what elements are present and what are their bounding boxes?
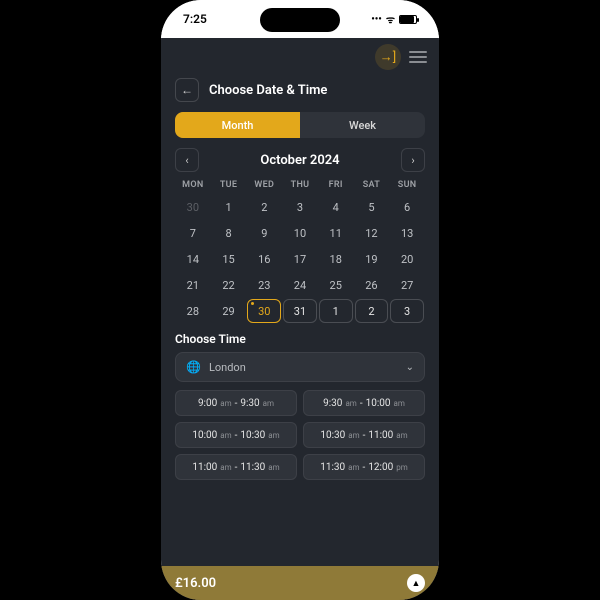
calendar-grid: 3012345678910111213141516171819202122232…	[175, 194, 425, 324]
calendar-day[interactable]: 27	[390, 273, 424, 297]
calendar-day[interactable]: 1	[319, 299, 353, 323]
timezone-value: London	[209, 361, 246, 374]
globe-icon: 🌐	[186, 360, 201, 374]
calendar-day[interactable]: 23	[247, 273, 281, 297]
calendar-day[interactable]: 3	[390, 299, 424, 323]
top-bar: →]	[161, 38, 439, 72]
calendar-row: 14151617181920	[175, 246, 425, 272]
timeslot-button[interactable]: 10:00am - 10:30am	[175, 422, 297, 448]
price-label: £16.00	[175, 576, 216, 591]
timeslot-button[interactable]: 11:00am - 11:30am	[175, 454, 297, 480]
tab-month[interactable]: Month	[175, 112, 300, 138]
calendar-day[interactable]: 2	[247, 195, 281, 219]
status-icons: ••• ᯤ	[371, 12, 417, 26]
month-nav: ‹ October 2024 ›	[175, 148, 425, 172]
calendar-day[interactable]: 21	[176, 273, 210, 297]
calendar-day[interactable]: 11	[319, 221, 353, 245]
calendar-day[interactable]: 31	[283, 299, 317, 323]
app-body: →] ← Choose Date & Time Month Week ‹ Oct…	[161, 38, 439, 600]
calendar-day[interactable]: 26	[355, 273, 389, 297]
calendar-day[interactable]: 16	[247, 247, 281, 271]
weekday-label: FRI	[318, 180, 354, 190]
tab-week[interactable]: Week	[300, 112, 425, 138]
calendar-day[interactable]: 1	[212, 195, 246, 219]
weekday-label: SAT	[354, 180, 390, 190]
calendar-row: 30123456	[175, 194, 425, 220]
choose-time-label: Choose Time	[175, 332, 425, 346]
calendar-day[interactable]: 30	[247, 299, 281, 323]
calendar-day[interactable]: 3	[283, 195, 317, 219]
calendar-day[interactable]: 17	[283, 247, 317, 271]
calendar-day[interactable]: 5	[355, 195, 389, 219]
calendar-day[interactable]: 6	[390, 195, 424, 219]
calendar-day[interactable]: 10	[283, 221, 317, 245]
calendar-day[interactable]: 15	[212, 247, 246, 271]
calendar-day[interactable]: 30	[176, 195, 210, 219]
calendar-day[interactable]: 28	[176, 299, 210, 323]
calendar-day[interactable]: 22	[212, 273, 246, 297]
calendar-day[interactable]: 4	[319, 195, 353, 219]
calendar-day[interactable]: 7	[176, 221, 210, 245]
back-button[interactable]: ←	[175, 78, 199, 102]
calendar-day[interactable]: 13	[390, 221, 424, 245]
expand-up-icon[interactable]: ▲	[407, 574, 425, 592]
calendar-day[interactable]: 20	[390, 247, 424, 271]
battery-icon	[399, 15, 417, 24]
calendar-day[interactable]: 14	[176, 247, 210, 271]
weekday-header: MONTUEWEDTHUFRISATSUN	[175, 180, 425, 190]
wifi-icon: •••	[371, 14, 382, 25]
signal-icon: ᯤ	[386, 12, 395, 26]
page-header: ← Choose Date & Time	[161, 72, 439, 112]
calendar-row: 78910111213	[175, 220, 425, 246]
weekday-label: THU	[282, 180, 318, 190]
weekday-label: TUE	[211, 180, 247, 190]
calendar-day[interactable]: 24	[283, 273, 317, 297]
timeslot-button[interactable]: 11:30am - 12:00pm	[303, 454, 425, 480]
chevron-down-icon: ⌄	[406, 362, 414, 373]
month-label: October 2024	[260, 153, 339, 168]
calendar-day[interactable]: 19	[355, 247, 389, 271]
view-tabs: Month Week	[175, 112, 425, 138]
footer-bar[interactable]: £16.00 ▲	[161, 566, 439, 600]
timeslot-button[interactable]: 9:30am - 10:00am	[303, 390, 425, 416]
calendar-row: 28293031123	[175, 298, 425, 324]
calendar-day[interactable]: 25	[319, 273, 353, 297]
calendar-day[interactable]: 12	[355, 221, 389, 245]
status-time: 7:25	[183, 12, 207, 26]
timeslot-button[interactable]: 9:00am - 9:30am	[175, 390, 297, 416]
prev-month-button[interactable]: ‹	[175, 148, 199, 172]
weekday-label: MON	[175, 180, 211, 190]
calendar-day[interactable]: 29	[212, 299, 246, 323]
notch	[260, 8, 340, 32]
calendar-day[interactable]: 2	[355, 299, 389, 323]
content: Month Week ‹ October 2024 › MONTUEWEDTHU…	[161, 112, 439, 480]
calendar-row: 21222324252627	[175, 272, 425, 298]
timeslot-button[interactable]: 10:30am - 11:00am	[303, 422, 425, 448]
menu-icon[interactable]	[409, 51, 427, 63]
weekday-label: SUN	[389, 180, 425, 190]
next-month-button[interactable]: ›	[401, 148, 425, 172]
calendar-day[interactable]: 8	[212, 221, 246, 245]
timeslot-grid: 9:00am - 9:30am9:30am - 10:00am10:00am -…	[175, 390, 425, 480]
calendar-day[interactable]: 9	[247, 221, 281, 245]
login-icon[interactable]: →]	[375, 44, 401, 70]
calendar-day[interactable]: 18	[319, 247, 353, 271]
weekday-label: WED	[246, 180, 282, 190]
page-title: Choose Date & Time	[209, 83, 327, 98]
phone-frame: 7:25 ••• ᯤ →] ← Choose Date & Time Month…	[161, 0, 439, 600]
timezone-select[interactable]: 🌐 London ⌄	[175, 352, 425, 382]
